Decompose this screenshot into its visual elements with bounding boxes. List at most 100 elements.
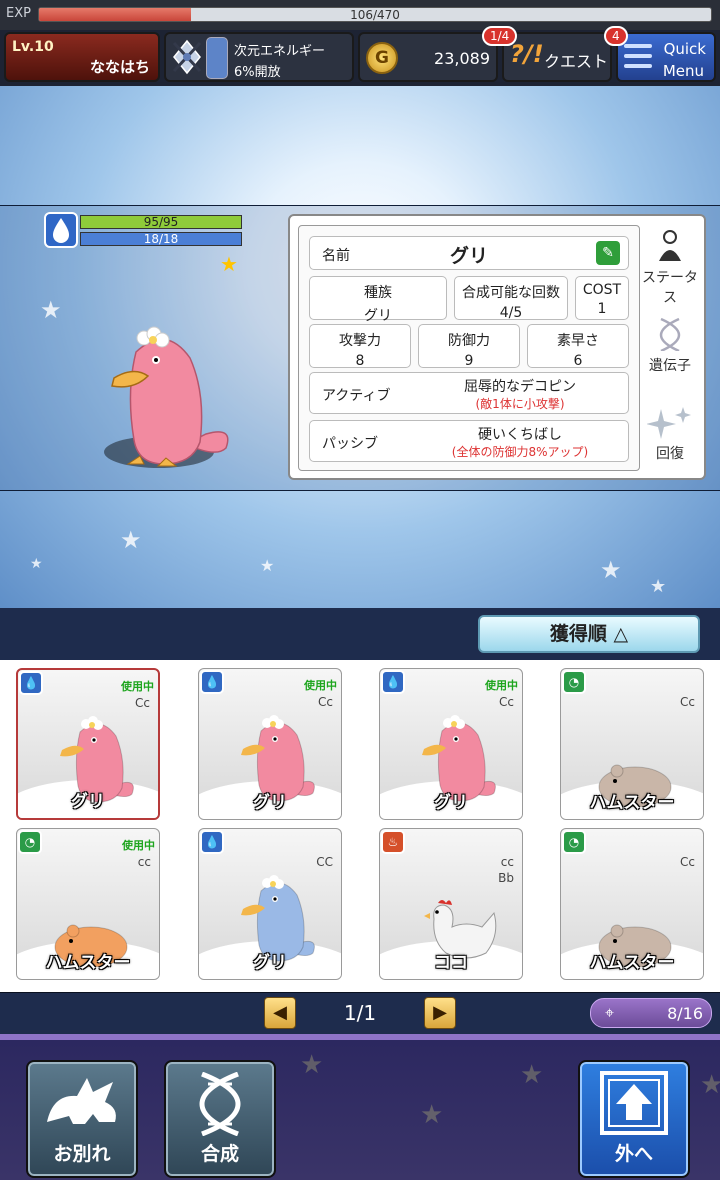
sparkle-icon bbox=[646, 407, 691, 439]
card-name: ハムスター bbox=[589, 953, 675, 973]
quick-menu-button[interactable]: Quick Menu 4 bbox=[604, 26, 716, 82]
exit-label: 外へ bbox=[614, 1143, 653, 1165]
grade-label: cc bbox=[137, 855, 151, 869]
gold-amount: 23,089 bbox=[434, 49, 490, 68]
star-decor: ★ bbox=[30, 556, 43, 572]
tab-genes[interactable]: 遺伝子 bbox=[640, 317, 700, 375]
water-drop-icon: 💧 bbox=[200, 830, 224, 854]
fusion-button[interactable]: 合成 bbox=[164, 1060, 276, 1178]
pencil-icon[interactable]: ✎ bbox=[596, 241, 620, 265]
player-info[interactable]: Lv.10 ななはち bbox=[4, 32, 160, 82]
mp-bar: 18/18 bbox=[80, 232, 242, 246]
farewell-button[interactable]: お別れ bbox=[26, 1060, 138, 1178]
monster-card[interactable]: ♨ cc Bb ココ bbox=[379, 828, 523, 980]
passive-skill-name: 硬いくちばし bbox=[478, 427, 562, 443]
rarity-star-icon: ★ bbox=[220, 252, 238, 276]
in-use-label: 使用中 bbox=[122, 839, 155, 852]
defense-label: 防御力 bbox=[448, 333, 490, 349]
target-icon: ⌖ bbox=[605, 1003, 615, 1022]
species-value: グリ bbox=[364, 308, 392, 324]
fusion-count-cell: 合成可能な回数 4/5 bbox=[454, 276, 568, 321]
card-name: グリ bbox=[253, 793, 287, 813]
passive-skill-row[interactable]: パッシブ 硬いくちばし (全体の防御力8%アップ) bbox=[309, 420, 629, 462]
star-decor: ★ bbox=[120, 526, 142, 554]
tab-recover-label: 回復 bbox=[656, 446, 684, 462]
player-name: ななはち bbox=[89, 58, 150, 76]
status-tabs: ステータス 遺伝子 回復 bbox=[640, 225, 700, 471]
cost-cell: COST 1 bbox=[575, 276, 629, 320]
cost-value: 1 bbox=[597, 301, 607, 317]
speed-cell: 素早さ 6 bbox=[527, 324, 629, 369]
menu-badge: 4 bbox=[604, 26, 628, 46]
pagination: ◀ 1/1 ▶ ⌖ 8/16 bbox=[0, 992, 720, 1034]
attack-cell: 攻撃力 8 bbox=[309, 324, 411, 369]
passive-skill-desc: (全体の防御力8%アップ) bbox=[451, 445, 589, 459]
card-name: グリ bbox=[71, 792, 105, 812]
passive-label: パッシブ bbox=[322, 436, 378, 452]
star-decor: ★ bbox=[420, 1100, 444, 1130]
fusion-label: 合成 bbox=[200, 1143, 239, 1165]
monster-card[interactable]: 💧 使用中 Cc グリ bbox=[379, 668, 523, 820]
sort-button[interactable]: 獲得順 △ bbox=[478, 615, 700, 653]
flame-icon: ♨ bbox=[381, 830, 405, 854]
tab-recover[interactable]: 回復 bbox=[640, 405, 700, 463]
capacity-display: ⌖ 8/16 bbox=[590, 998, 712, 1028]
person-icon bbox=[659, 230, 681, 261]
star-decor: ★ bbox=[520, 1060, 544, 1090]
water-drop-icon: 💧 bbox=[19, 671, 43, 695]
star-decor: ★ bbox=[600, 556, 622, 584]
wind-swirl-icon: ◔ bbox=[562, 670, 586, 694]
grade-label: Cc bbox=[135, 696, 150, 710]
dragon-icon bbox=[47, 1078, 116, 1124]
monster-card[interactable]: 💧 CC グリ bbox=[198, 828, 342, 980]
next-page-button[interactable]: ▶ bbox=[424, 997, 456, 1029]
player-level: Lv.10 bbox=[12, 39, 54, 55]
game-screen: EXP 106/470 Lv.10 ななはち 次元エネルギー 6%開放 G 23… bbox=[0, 0, 720, 1180]
dna-icon bbox=[659, 317, 681, 353]
monster-sprite[interactable] bbox=[96, 316, 236, 476]
active-skill-row[interactable]: アクティブ 屈辱的なデコピン (敵1体に小攻撃) bbox=[309, 372, 629, 414]
hud: Lv.10 ななはち 次元エネルギー 6%開放 G 23,089 ?/! クエス… bbox=[0, 26, 720, 86]
monster-card[interactable]: ◔ 使用中 cc ハムスター bbox=[16, 828, 160, 980]
energy-status: 6%開放 bbox=[234, 65, 281, 80]
prev-page-button[interactable]: ◀ bbox=[264, 997, 296, 1029]
grade-label: Cc bbox=[318, 695, 333, 709]
exit-button[interactable]: 外へ bbox=[578, 1060, 690, 1178]
card-name: ハムスター bbox=[589, 793, 675, 813]
in-use-label: 使用中 bbox=[121, 680, 154, 693]
star-decor: ★ bbox=[300, 1050, 324, 1080]
star-decor: ★ bbox=[260, 556, 275, 575]
quest-badge: 1/4 bbox=[482, 26, 518, 46]
speed-value: 6 bbox=[573, 353, 583, 369]
grade-label: Cc bbox=[499, 695, 514, 709]
card-name: ココ bbox=[434, 953, 468, 973]
exit-arrow-icon bbox=[600, 1071, 668, 1135]
quest-button[interactable]: ?/! クエスト 1/4 bbox=[482, 26, 612, 82]
gold-coin-icon: G bbox=[366, 42, 398, 74]
tab-status-label: ステータス bbox=[642, 270, 698, 306]
crystal-sword-icon bbox=[172, 39, 202, 75]
active-skill-desc: (敵1体に小攻撃) bbox=[475, 397, 565, 411]
exp-label: EXP bbox=[6, 6, 31, 21]
monster-list: 💧 使用中 Cc グリ 💧 使用中 Cc グリ 💧 使用中 Cc グリ ◔ Cc… bbox=[0, 660, 720, 992]
menu-label-1: Quick bbox=[663, 40, 706, 58]
speed-label: 素早さ bbox=[557, 333, 599, 349]
status-panel: 名前 グリ ✎ 種族 グリ 合成可能な回数 4/5 COST 1 攻撃力 8 防… bbox=[288, 214, 706, 480]
dimension-energy[interactable]: 次元エネルギー 6%開放 bbox=[164, 32, 354, 82]
monster-card[interactable]: 💧 使用中 Cc グリ bbox=[16, 668, 160, 820]
monster-card[interactable]: 💧 使用中 Cc グリ bbox=[198, 668, 342, 820]
grade-label: CC bbox=[316, 855, 333, 869]
defense-cell: 防御力 9 bbox=[418, 324, 520, 369]
card-name: グリ bbox=[253, 953, 287, 973]
star-decor: ★ bbox=[700, 1070, 720, 1100]
name-label: 名前 bbox=[322, 248, 350, 264]
grade-label-2: Bb bbox=[498, 871, 514, 885]
tab-status[interactable]: ステータス bbox=[640, 229, 700, 307]
monster-card[interactable]: ◔ Cc ハムスター bbox=[560, 668, 704, 820]
grade-label: cc bbox=[500, 855, 514, 869]
monster-card[interactable]: ◔ Cc ハムスター bbox=[560, 828, 704, 980]
name-value: グリ bbox=[450, 245, 489, 267]
water-drop-icon: 💧 bbox=[381, 670, 405, 694]
star-decor: ★ bbox=[650, 576, 667, 597]
grade-label: Cc bbox=[680, 695, 695, 709]
